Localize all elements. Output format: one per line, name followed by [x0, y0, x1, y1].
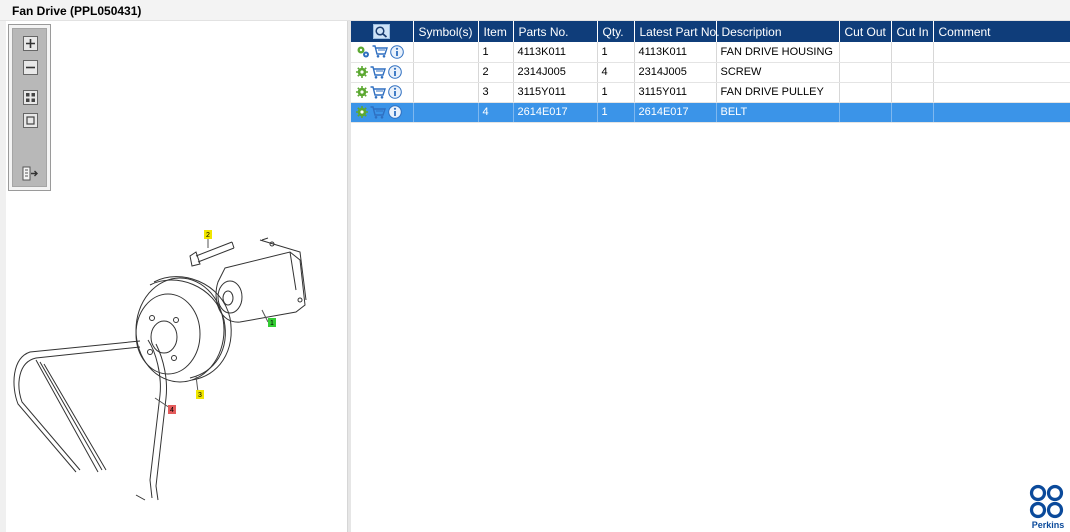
cell-symbols: [413, 42, 479, 63]
header-search-cell[interactable]: [351, 21, 414, 42]
gear-icon[interactable]: [356, 106, 368, 118]
cell-description: FAN DRIVE PULLEY: [716, 82, 840, 103]
callout-2: 2: [206, 232, 210, 239]
exploded-diagram[interactable]: 1 2 3 4: [0, 0, 347, 532]
column-description[interactable]: Description: [716, 21, 840, 42]
fit-grid-icon[interactable]: [22, 89, 39, 106]
row-actions: [351, 42, 414, 63]
table-header: Symbol(s) Item Parts No. Qty. Latest Par…: [351, 21, 1070, 42]
row-actions: [351, 102, 414, 123]
parts-table: Symbol(s) Item Parts No. Qty. Latest Par…: [351, 21, 1070, 123]
cell-qty: 4: [597, 62, 635, 83]
table-row[interactable]: 3 3115Y011 1 3115Y011 FAN DRIVE PULLEY: [351, 82, 1070, 103]
parts-grid: Symbol(s) Item Parts No. Qty. Latest Par…: [351, 21, 1070, 532]
column-comment[interactable]: Comment: [933, 21, 1070, 42]
cell-parts-no: 2614E017: [513, 102, 598, 123]
cell-latest-part-no: 2614E017: [634, 102, 717, 123]
cell-latest-part-no: 2314J005: [634, 62, 717, 83]
column-parts-no[interactable]: Parts No.: [513, 21, 598, 42]
cell-qty: 1: [597, 42, 635, 63]
table-row[interactable]: 1 4113K011 1 4113K011 FAN DRIVE HOUSING: [351, 42, 1070, 63]
column-item[interactable]: Item: [478, 21, 514, 42]
cell-latest-part-no: 3115Y011: [634, 82, 717, 103]
cart-icon[interactable]: [370, 65, 386, 79]
cell-description: SCREW: [716, 62, 840, 83]
column-latest-part-no[interactable]: Latest Part No.: [634, 21, 720, 42]
cart-icon[interactable]: [370, 105, 386, 119]
cell-qty: 1: [597, 102, 635, 123]
column-cut-out[interactable]: Cut Out: [839, 21, 892, 42]
cell-comment: [933, 62, 1070, 83]
callout-1: 1: [270, 320, 274, 327]
row-actions: [351, 62, 414, 83]
zoom-out-icon[interactable]: [22, 59, 39, 76]
cell-cut-out: [839, 62, 892, 83]
cell-cut-in: [891, 42, 934, 63]
cell-symbols: [413, 102, 479, 123]
perkins-logo: Perkins: [1028, 484, 1068, 530]
cell-item: 2: [478, 62, 514, 83]
fit-page-icon[interactable]: [22, 112, 39, 129]
column-symbols[interactable]: Symbol(s): [413, 21, 479, 42]
cell-comment: [933, 42, 1070, 63]
callout-4: 4: [170, 407, 174, 414]
cart-icon[interactable]: [372, 45, 388, 58]
zoom-toolbox: [8, 24, 51, 191]
cell-parts-no: 2314J005: [513, 62, 598, 83]
cell-description: BELT: [716, 102, 840, 123]
info-icon[interactable]: [388, 105, 402, 119]
search-parts-icon[interactable]: [373, 24, 391, 40]
info-icon[interactable]: [388, 65, 402, 79]
cell-comment: [933, 102, 1070, 123]
row-actions: [351, 82, 414, 103]
cell-item: 1: [478, 42, 514, 63]
cell-cut-out: [839, 82, 892, 103]
cell-cut-out: [839, 42, 892, 63]
info-icon[interactable]: [390, 44, 404, 59]
table-row[interactable]: 2 2314J005 4 2314J005 SCREW: [351, 62, 1070, 83]
cell-qty: 1: [597, 82, 635, 103]
cell-symbols: [413, 62, 479, 83]
cell-parts-no: 3115Y011: [513, 82, 598, 103]
gear-icon[interactable]: [356, 66, 368, 78]
callout-3: 3: [198, 392, 202, 399]
cell-cut-out: [839, 102, 892, 123]
belt-drawing: [13, 339, 167, 501]
gear-icon[interactable]: [356, 86, 368, 98]
zoom-in-icon[interactable]: [22, 35, 39, 52]
cell-cut-in: [891, 102, 934, 123]
cell-cut-in: [891, 62, 934, 83]
table-row[interactable]: 4 2614E017 1 2614E017 BELT: [351, 102, 1070, 123]
cell-description: FAN DRIVE HOUSING: [716, 42, 840, 63]
gears-icon[interactable]: [356, 45, 370, 58]
zoom-toolbox-inner: [12, 28, 47, 187]
brand-name: Perkins: [1031, 520, 1065, 530]
cell-symbols: [413, 82, 479, 103]
info-icon[interactable]: [388, 85, 402, 99]
cell-comment: [933, 82, 1070, 103]
screw-drawing: [195, 241, 235, 263]
cell-cut-in: [891, 82, 934, 103]
cell-latest-part-no: 4113K011: [634, 42, 717, 63]
cell-parts-no: 4113K011: [513, 42, 598, 63]
perkins-logo-mark: [1029, 484, 1064, 519]
cell-item: 3: [478, 82, 514, 103]
export-icon[interactable]: [22, 165, 39, 182]
column-cut-in[interactable]: Cut In: [891, 21, 934, 42]
column-qty[interactable]: Qty.: [597, 21, 635, 42]
cell-item: 4: [478, 102, 514, 123]
cart-icon[interactable]: [370, 85, 386, 99]
